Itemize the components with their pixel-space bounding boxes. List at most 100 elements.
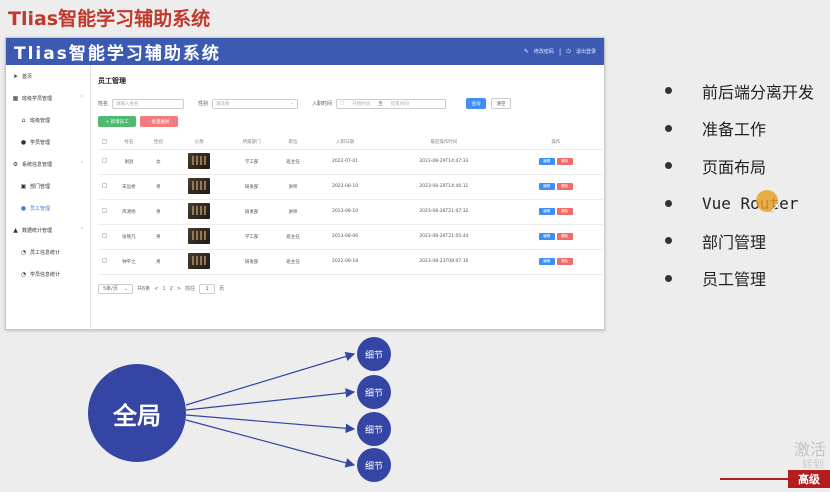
delete-button[interactable]: 删除 (556, 258, 573, 265)
detail-circle: 细节 (357, 448, 391, 482)
bullet-dot-icon (665, 162, 672, 170)
bullet-dot-icon (665, 199, 672, 207)
cell-dept: 学工部 (227, 149, 276, 175)
cell-job: 讲师 (275, 174, 311, 200)
sidebar-item[interactable]: ▣ 部门管理 (6, 175, 90, 197)
next-page-button[interactable]: > (177, 286, 181, 292)
row-checkbox[interactable] (102, 158, 108, 163)
edit-button[interactable]: 编辑 (538, 208, 555, 215)
logout-link[interactable]: 退出登录 (576, 48, 596, 55)
goto-input[interactable]: 1 (199, 283, 216, 294)
row-select-cell (98, 199, 112, 225)
change-password-link[interactable]: 修改密码 (534, 48, 554, 55)
edit-button[interactable]: 编辑 (538, 233, 555, 240)
stats-icon: ◔ (20, 248, 27, 256)
sidebar-item[interactable]: ▲ 数据统计管理 ⌃ (6, 219, 90, 241)
edit-button[interactable]: 编辑 (538, 258, 555, 265)
bullet-text: 页面布局 (702, 157, 767, 177)
row-select-cell (98, 174, 112, 200)
gender-select[interactable]: 请选择 ⌄ (212, 98, 299, 109)
sidebar-item-label: 员工管理 (30, 205, 51, 212)
sidebar-item[interactable]: ➤ 首页 (6, 65, 90, 87)
send-icon: ➤ (12, 72, 19, 80)
row-checkbox[interactable] (102, 258, 108, 263)
date-range-input[interactable]: ▢ 开始时间 至 结束时间 (336, 98, 447, 109)
cell-updated: 2023-08-29T14:47:33 (379, 149, 509, 175)
sidebar-item[interactable]: ⌂ 班级管理 (6, 109, 90, 131)
name-input[interactable]: 请输入姓名 (112, 98, 185, 109)
page-2-button[interactable]: 2 (170, 286, 173, 292)
clear-button[interactable]: 清空 (491, 98, 512, 109)
select-all-cell (98, 136, 112, 150)
row-checkbox[interactable] (102, 233, 108, 238)
sidebar: ➤ 首页 ▦ 班级学员管理 ⌃ ⌂ 班级管理 ● 学员管理 ⚙ 系统信息管理 ⌃ ▣ 部门管理 ● 员工管理 ▲… (6, 65, 91, 329)
avatar (188, 252, 211, 269)
query-button[interactable]: 查询 (466, 98, 487, 109)
add-employee-button[interactable]: + 新增员工 (98, 116, 136, 127)
table-body: 谢逊女学工部 班主任 2022-07-01 2023-08-29T14:47:33 编辑… (98, 149, 603, 275)
cell-job: 讲师 (275, 199, 311, 225)
bullet-item: 前后端分离开发 (665, 72, 814, 110)
cell-gender: 男 (146, 249, 171, 275)
cell-entry-date: 2022-07-01 (310, 149, 380, 175)
row-checkbox[interactable] (102, 208, 108, 213)
sidebar-item[interactable]: ◔ 学员信息统计 (6, 263, 90, 285)
cell-actions: 编辑 删除 (508, 149, 603, 175)
employee-table: 姓名 性别 头像 所属部门 职位 入职日期 最后操作时间 操作 谢逊女学工部 班主任 2022-0… (98, 136, 603, 275)
app-header: Tlias智能学习辅助系统 ✎ 修改密码 | ⏻ 退出登录 (6, 38, 604, 65)
date-label: 入职时间 (312, 101, 333, 107)
edit-button[interactable]: 编辑 (538, 183, 555, 190)
header-actions: ✎ 修改密码 | ⏻ 退出登录 (524, 48, 596, 56)
row-checkbox[interactable] (102, 183, 108, 188)
cell-updated: 2023-08-26T21:05:44 (379, 224, 509, 250)
cell-name: 谢逊 (111, 149, 147, 175)
delete-button[interactable]: 删除 (556, 183, 573, 190)
column-header: 所属部门 (227, 136, 276, 150)
delete-button[interactable]: 删除 (556, 233, 573, 240)
table-row: 张晓凡男学工部 班主任 2013-08-06 2023-08-26T21:05:44 编… (98, 224, 603, 250)
cell-updated: 2023-08-29T14:46:11 (379, 174, 509, 200)
sidebar-item[interactable]: ▦ 班级学员管理 ⌃ (6, 87, 90, 109)
date-end: 结束时间 (390, 101, 409, 107)
logout-icon: ⏻ (566, 47, 571, 55)
prev-page-button[interactable]: < (154, 286, 158, 292)
delete-button[interactable]: 删除 (556, 208, 573, 215)
row-select-cell (98, 149, 112, 175)
select-all-checkbox[interactable] (102, 138, 108, 144)
arrow-2 (185, 388, 356, 411)
cell-dept: 学工部 (227, 224, 276, 250)
cell-name: 钟平之 (111, 249, 147, 275)
filter-bar: 姓名 请输入姓名 性别 请选择 ⌄ 入职时间 ▢ 开始时间 至 结束时间 查询 … (98, 98, 598, 109)
delete-button[interactable]: 删除 (556, 158, 573, 165)
cell-gender: 男 (146, 224, 171, 250)
sidebar-item[interactable]: ● 员工管理 (6, 197, 90, 219)
bullet-list: 前后端分离开发 准备工作 页面布局 Vue Router 部门管理 员工管理 (665, 72, 814, 297)
sidebar-item[interactable]: ● 学员管理 (6, 131, 90, 153)
batch-delete-button[interactable]: - 批量删除 (140, 116, 178, 127)
avatar (188, 227, 211, 244)
bullet-item: Vue Router (665, 185, 814, 223)
chevron-up-icon: ⌃ (79, 227, 84, 233)
cell-entry-date: 2022-09-18 (310, 249, 380, 275)
level-badge: 高级 (788, 470, 830, 488)
bullet-text: Vue Router (702, 193, 799, 213)
table-header-row: 姓名 性别 头像 所属部门 职位 入职日期 最后操作时间 操作 (98, 136, 603, 150)
chevron-down-icon: ⌄ (290, 101, 295, 106)
cell-avatar (170, 199, 228, 225)
page-size-select[interactable]: 5条/页 ⌄ (98, 283, 134, 294)
bullet-text: 员工管理 (702, 270, 767, 290)
column-header: 职位 (275, 136, 311, 150)
page-1-button[interactable]: 1 (162, 286, 165, 292)
avatar (188, 152, 211, 169)
sidebar-item[interactable]: ◔ 员工信息统计 (6, 241, 90, 263)
app-window: Tlias智能学习辅助系统 ✎ 修改密码 | ⏻ 退出登录 ➤ 首页 ▦ 班级学员管理… (5, 37, 605, 330)
column-header: 操作 (508, 136, 603, 150)
cell-entry-date: 2013-08-10 (310, 199, 380, 225)
total-count: 共6条 (137, 286, 151, 292)
cell-dept: 研发部 (227, 174, 276, 200)
arrow-4 (185, 419, 356, 468)
sidebar-item[interactable]: ⚙ 系统信息管理 ⌃ (6, 153, 90, 175)
cell-actions: 编辑 删除 (508, 224, 603, 250)
edit-button[interactable]: 编辑 (538, 158, 555, 165)
page-unit: 页 (219, 286, 225, 292)
